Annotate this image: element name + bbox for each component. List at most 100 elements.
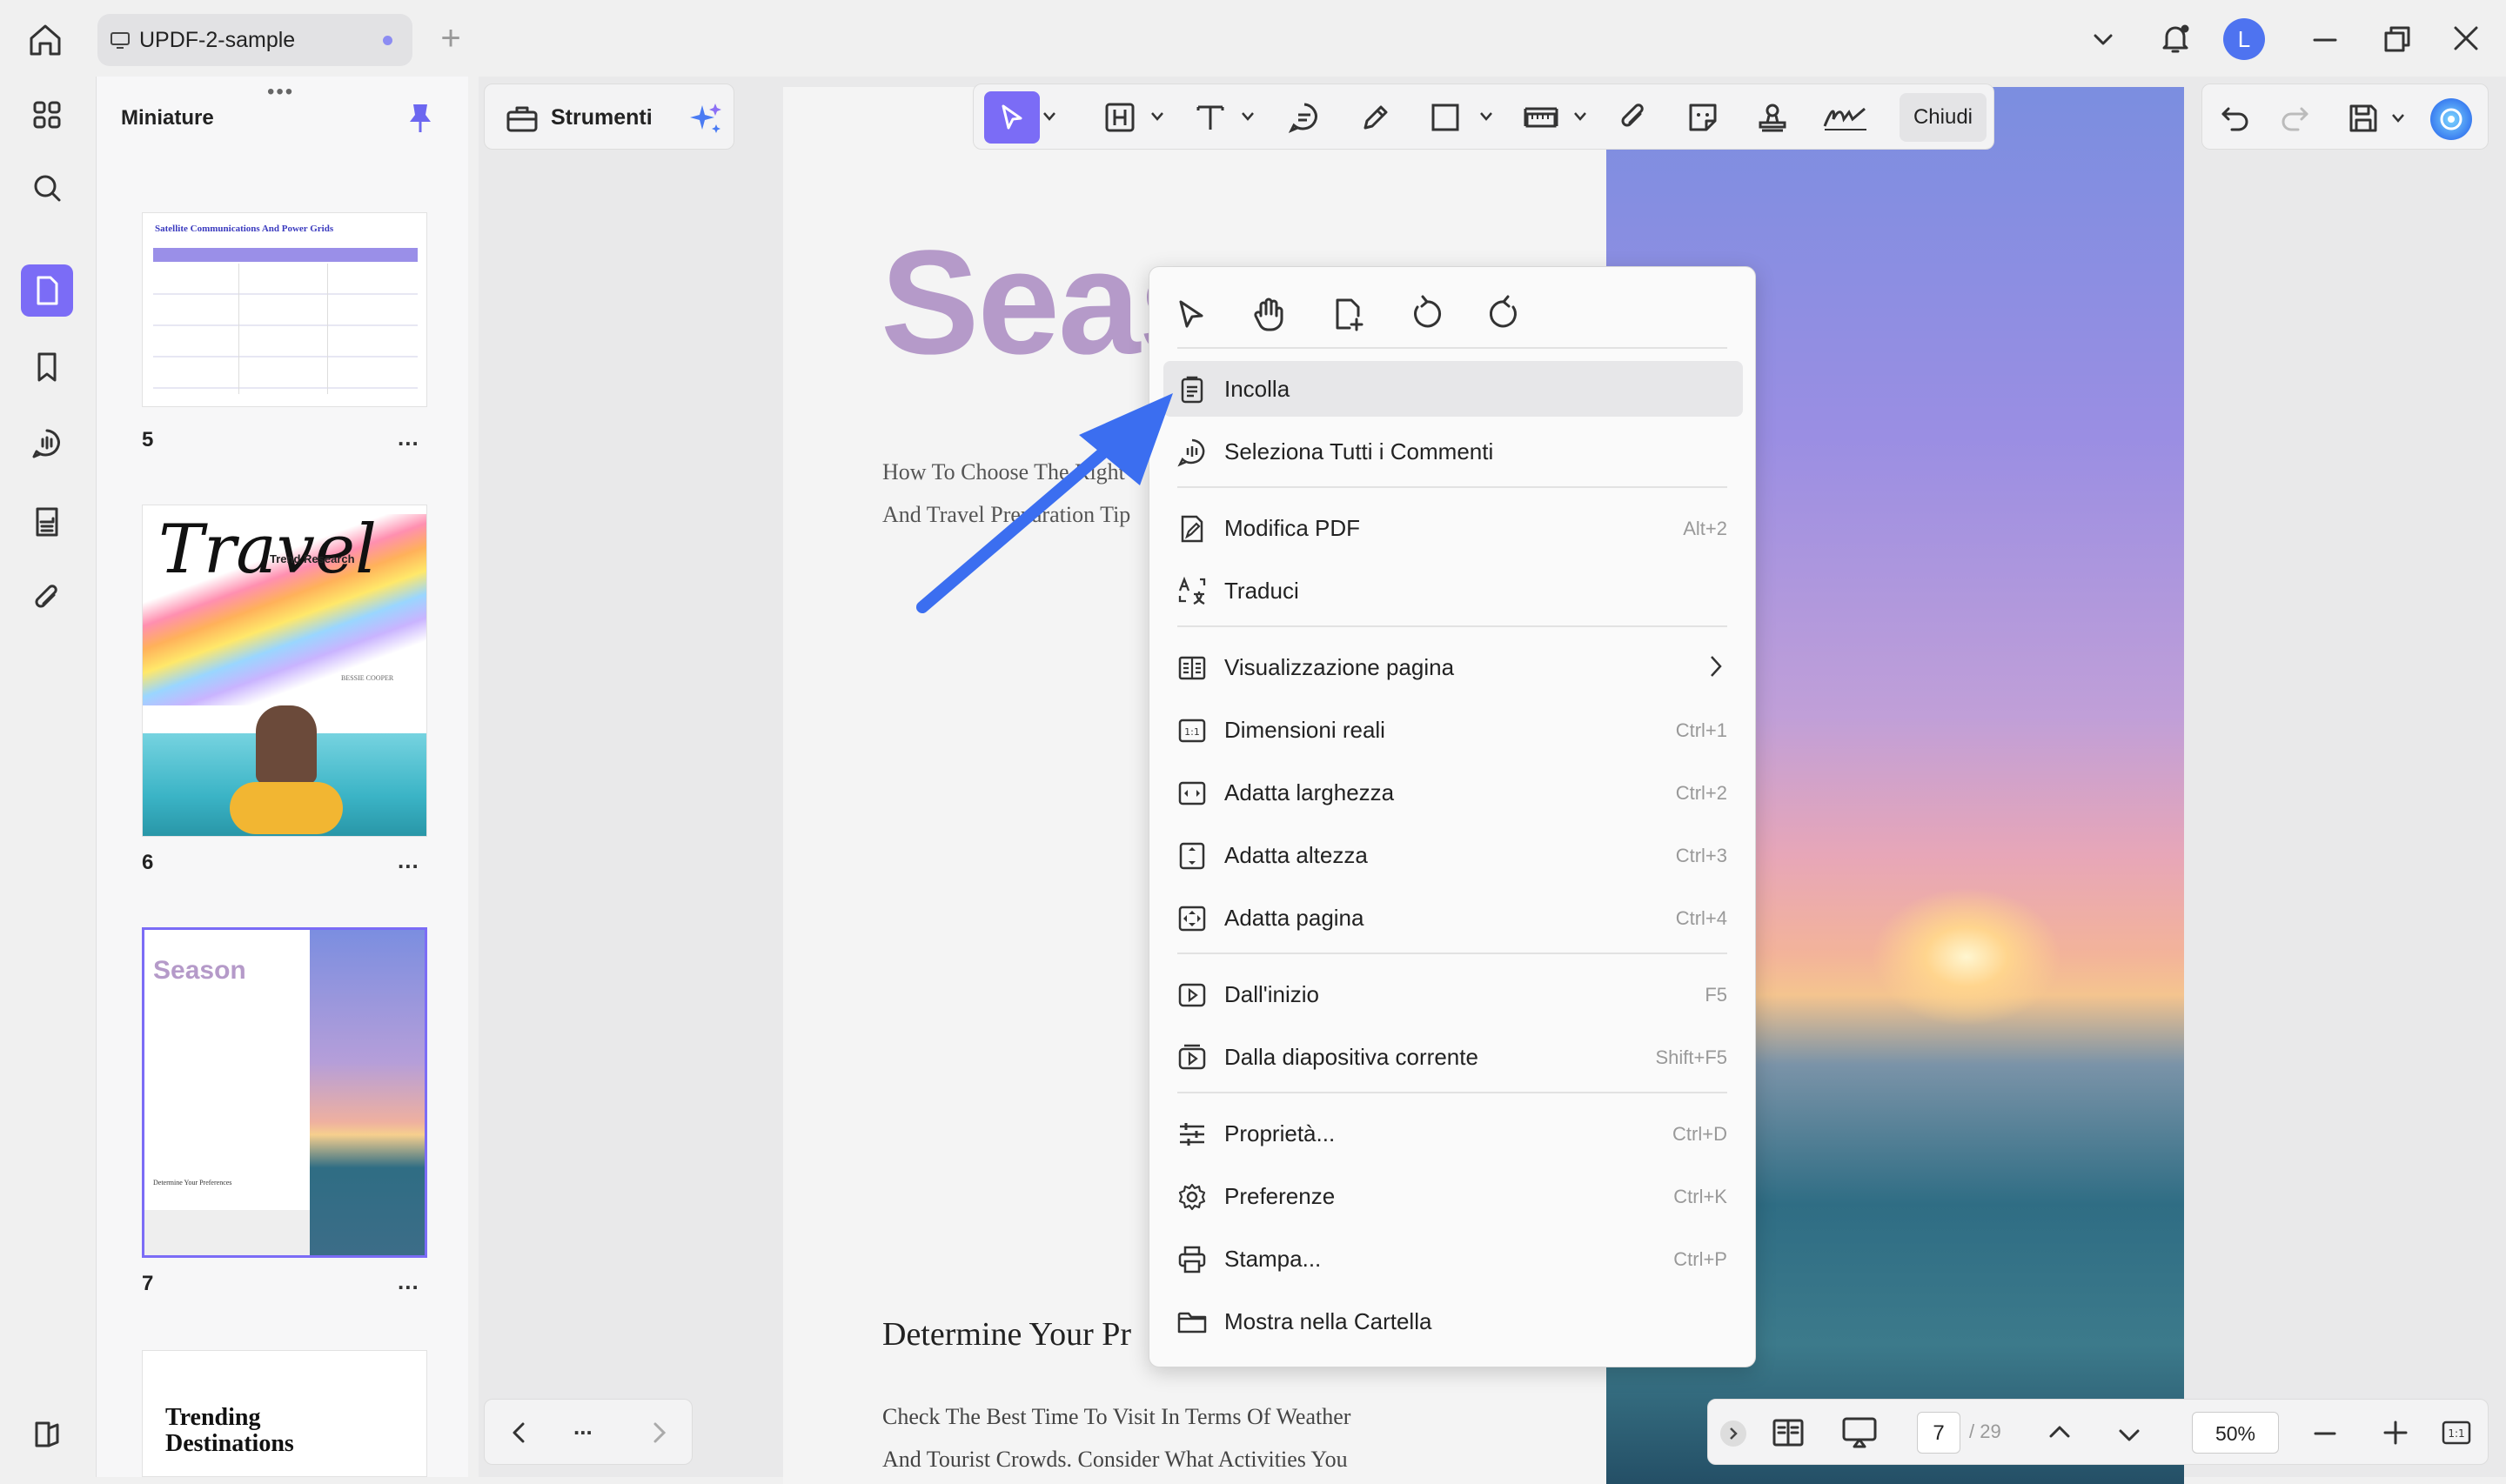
- page-layout-icon[interactable]: [1771, 1417, 1806, 1448]
- attachment-tool-icon[interactable]: [1616, 100, 1651, 135]
- thumbnail-page-8[interactable]: Trending Destinations: [142, 1350, 427, 1477]
- menu-item-shortcut: Ctrl+D: [1672, 1123, 1727, 1145]
- cursor-icon[interactable]: [1170, 293, 1212, 335]
- svg-text:1:1: 1:1: [2448, 1427, 2464, 1440]
- rotate-right-icon[interactable]: [1484, 293, 1525, 335]
- menu-item-paste[interactable]: Incolla: [1163, 361, 1743, 417]
- zoom-out-icon[interactable]: [2312, 1420, 2338, 1447]
- attachment-icon[interactable]: [21, 572, 73, 625]
- actual-size-icon[interactable]: 1:1: [2441, 1417, 2472, 1448]
- home-icon[interactable]: [26, 21, 71, 61]
- page-nav: ...: [484, 1399, 693, 1465]
- close-toolbar-button[interactable]: Chiudi: [1900, 93, 1987, 142]
- more-button[interactable]: ...: [573, 1414, 593, 1441]
- grid-icon[interactable]: [21, 89, 73, 141]
- minimize-icon[interactable]: [2311, 26, 2339, 54]
- title-bar: UPDF-2-sample + L: [0, 0, 2506, 80]
- menu-item-print[interactable]: Stampa... Ctrl+P: [1163, 1231, 1743, 1287]
- undo-icon[interactable]: [2220, 102, 2251, 133]
- chevron-down-icon[interactable]: [2390, 112, 2406, 124]
- chevron-down-icon[interactable]: [1572, 110, 1588, 123]
- thumbnail-page-5[interactable]: Satellite Communications And Power Grids: [142, 212, 427, 407]
- properties-icon: [1180, 1123, 1204, 1146]
- menu-item-from-start[interactable]: Dall'inizio F5: [1163, 966, 1743, 1022]
- thumbnail-page-7[interactable]: Season Determine Your Preferences: [142, 927, 427, 1258]
- menu-item-fit-page[interactable]: Adatta pagina Ctrl+4: [1163, 890, 1743, 946]
- save-icon[interactable]: [2347, 102, 2380, 135]
- zoom-level-input[interactable]: 50%: [2192, 1412, 2279, 1454]
- new-tab-button[interactable]: +: [432, 21, 470, 59]
- chevron-left-icon[interactable]: [507, 1420, 532, 1445]
- close-icon[interactable]: [2452, 24, 2480, 52]
- chevron-down-icon[interactable]: [2115, 1420, 2143, 1448]
- menu-item-select-all-comments[interactable]: Seleziona Tutti i Commenti: [1163, 424, 1743, 479]
- menu-item-page-view[interactable]: Visualizzazione pagina: [1163, 639, 1743, 695]
- chevron-down-icon[interactable]: [2090, 26, 2116, 52]
- page-total: / 29: [1969, 1420, 2001, 1442]
- presentation-icon[interactable]: [1840, 1415, 1879, 1450]
- drag-handle[interactable]: •••: [267, 80, 294, 104]
- sticker-tool-icon[interactable]: [1685, 100, 1720, 135]
- page-number-input[interactable]: 7: [1917, 1412, 1960, 1454]
- form-icon[interactable]: [21, 496, 73, 548]
- menu-item-label: Seleziona Tutti i Commenti: [1224, 438, 1494, 465]
- svg-text:1:1: 1:1: [1184, 726, 1200, 738]
- expand-icon[interactable]: [1720, 1420, 1746, 1447]
- menu-item-fit-width[interactable]: Adatta larghezza Ctrl+2: [1163, 765, 1743, 820]
- thumbnail-title: Season: [153, 956, 246, 985]
- comment-icon[interactable]: [21, 418, 73, 470]
- menu-item-from-current-slide[interactable]: Dalla diapositiva corrente Shift+F5: [1163, 1029, 1743, 1085]
- bell-icon[interactable]: [2158, 21, 2193, 56]
- menu-item-translate[interactable]: Traduci: [1163, 563, 1743, 618]
- panel-toggle-icon[interactable]: [21, 1407, 73, 1460]
- ai-assistant-icon[interactable]: [2430, 98, 2472, 140]
- thumbnail-more-button[interactable]: ...: [398, 1268, 419, 1295]
- chevron-down-icon[interactable]: [1042, 110, 1057, 123]
- select-tool-button[interactable]: [984, 91, 1040, 144]
- thumbnail-page-6[interactable]: Travel Trend Research BESSIE COOPER: [142, 505, 427, 837]
- annotation-toolbar: Chiudi: [973, 84, 1994, 150]
- page-view-icon: [1178, 656, 1206, 680]
- chevron-down-icon[interactable]: [1149, 110, 1165, 123]
- text-tool-icon[interactable]: [1193, 100, 1228, 135]
- hand-icon[interactable]: [1249, 293, 1290, 335]
- thumbnails-icon[interactable]: [21, 264, 73, 317]
- menu-item-fit-height[interactable]: Adatta altezza Ctrl+3: [1163, 827, 1743, 883]
- menu-item-preferences[interactable]: Preferenze Ctrl+K: [1163, 1168, 1743, 1224]
- menu-item-edit-pdf[interactable]: Modifica PDF Alt+2: [1163, 500, 1743, 556]
- restore-icon[interactable]: [2382, 24, 2412, 54]
- chevron-right-icon[interactable]: [647, 1420, 671, 1445]
- redo-icon[interactable]: [2279, 102, 2310, 133]
- body-text-line1: Check The Best Time To Visit In Terms Of…: [882, 1404, 1351, 1429]
- ai-sparkle-icon[interactable]: [687, 100, 725, 138]
- menu-item-show-in-folder[interactable]: Mostra nella Cartella: [1163, 1293, 1743, 1349]
- thumbnail-more-button[interactable]: ...: [398, 847, 419, 874]
- chevron-down-icon[interactable]: [1478, 110, 1494, 123]
- pin-icon[interactable]: [406, 101, 434, 136]
- highlight-tool-icon[interactable]: [1102, 100, 1137, 135]
- thumbnail-number: 5: [142, 428, 154, 451]
- rotate-left-icon[interactable]: [1405, 293, 1447, 335]
- zoom-in-icon[interactable]: [2382, 1419, 2409, 1447]
- measure-tool-icon[interactable]: [1522, 100, 1560, 135]
- bookmark-icon[interactable]: [21, 341, 73, 393]
- tools-button[interactable]: Strumenti: [484, 84, 734, 150]
- menu-item-properties[interactable]: Proprietà... Ctrl+D: [1163, 1106, 1743, 1161]
- thumbnail-more-button[interactable]: ...: [398, 424, 419, 451]
- comment-tool-icon[interactable]: [1287, 100, 1322, 135]
- chevron-up-icon[interactable]: [2046, 1419, 2074, 1447]
- avatar[interactable]: L: [2223, 18, 2265, 60]
- shape-tool-icon[interactable]: [1428, 100, 1463, 135]
- chevron-down-icon[interactable]: [1240, 110, 1256, 123]
- thumbnail-section: Determine Your Preferences: [153, 1179, 232, 1187]
- pen-tool-icon[interactable]: [1358, 100, 1393, 135]
- stamp-tool-icon[interactable]: [1755, 100, 1790, 135]
- menu-item-actual-size[interactable]: 1:1 Dimensioni reali Ctrl+1: [1163, 702, 1743, 758]
- add-page-icon[interactable]: [1327, 293, 1369, 335]
- menu-item-shortcut: Ctrl+4: [1675, 907, 1727, 929]
- document-tab[interactable]: UPDF-2-sample: [97, 14, 412, 66]
- thumbnail-author: BESSIE COOPER: [341, 674, 394, 682]
- search-icon[interactable]: [21, 162, 73, 214]
- panel-title: Miniature: [121, 106, 214, 130]
- signature-tool-icon[interactable]: [1821, 100, 1870, 135]
